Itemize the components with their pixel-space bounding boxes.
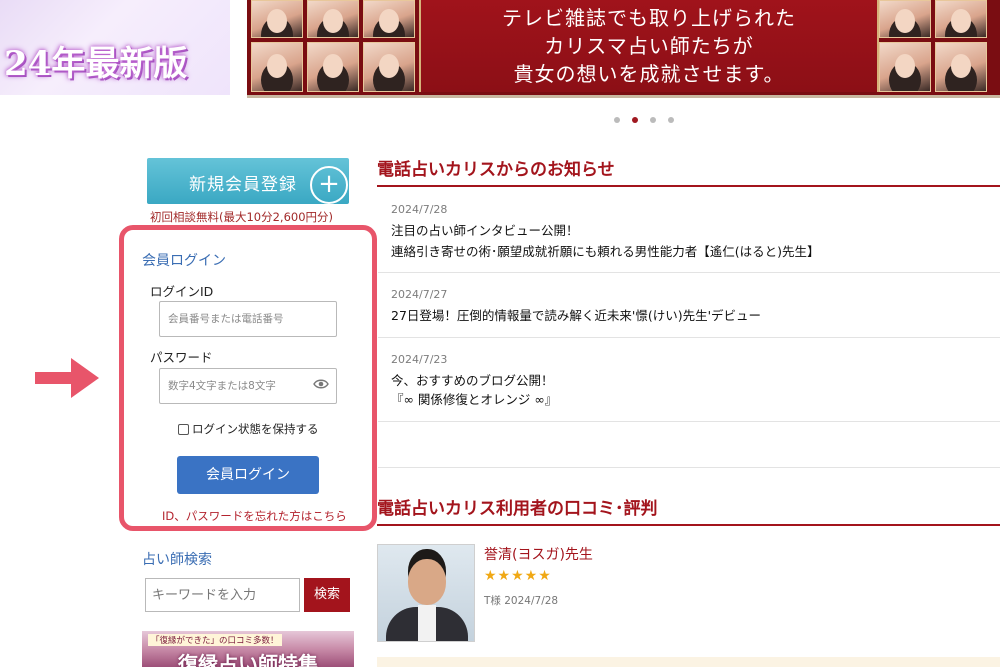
fortune-teller-thumbnail <box>307 42 359 92</box>
eye-icon[interactable] <box>313 378 329 390</box>
login-id-input[interactable] <box>159 301 337 337</box>
fortune-teller-thumbnails-left <box>251 0 415 92</box>
news-item[interactable]: 2024/7/28 注目の占い師インタビュー公開！ 連絡引き寄せの術･願望成就祈… <box>378 195 1000 273</box>
password-label: パスワード <box>150 350 213 365</box>
forgot-password-link[interactable]: ID、パスワードを忘れた方はこちら <box>162 508 347 524</box>
photo-head <box>408 559 446 605</box>
news-line[interactable]: 連絡引き寄せの術･願望成就祈願にも頼れる男性能力者【遙仁(はると)先生】 <box>391 241 820 260</box>
news-line[interactable]: 注目の占い師インタビュー公開！ <box>391 220 579 239</box>
keep-login-option[interactable]: ログイン状態を保持する <box>178 421 319 437</box>
keep-login-label: ログイン状態を保持する <box>192 422 319 436</box>
review-card[interactable]: 誉清(ヨスガ)先生 ★★★★★ T様 2024/7/28 <box>377 544 1000 667</box>
fortune-teller-thumbnails-right <box>879 0 987 92</box>
fortune-teller-thumbnail <box>251 42 303 92</box>
login-id-label: ログインID <box>150 284 214 299</box>
carousel-dot[interactable] <box>668 117 674 123</box>
hero-banner-line: 貴女の想いを成就させます。 <box>513 62 785 86</box>
plus-icon: + <box>310 166 348 204</box>
news-line[interactable]: 今、おすすめのブログ公開！ <box>391 370 554 389</box>
fortune-teller-photo[interactable] <box>377 544 475 642</box>
news-date: 2024/7/28 <box>391 203 448 216</box>
news-date: 2024/7/23 <box>391 353 448 366</box>
search-button[interactable]: 検索 <box>304 578 350 612</box>
reviews-heading-text: 電話占いカリス利用者の口コミ･評判 <box>377 499 658 519</box>
hero-banner-line: カリスマ占い師たちが <box>544 34 754 58</box>
news-heading-text: 電話占いカリスからのお知らせ <box>377 160 615 180</box>
search-title: 占い師検索 <box>142 552 212 568</box>
fortune-teller-thumbnail <box>935 0 987 38</box>
news-line[interactable]: 27日登場！圧倒的情報量で読み解く近未来'憬(けい)先生'デビュー <box>391 305 761 324</box>
fortune-teller-thumbnail <box>879 0 931 38</box>
hero-banner[interactable]: テレビ雑誌でも取り上げられた カリスマ占い師たちが 貴女の想いを成就させます。 <box>247 0 1000 98</box>
hero-banner-message: テレビ雑誌でも取り上げられた カリスマ占い師たちが 貴女の想いを成就させます。 <box>419 0 879 92</box>
register-button-label: 新規会員登録 <box>189 175 297 195</box>
reviews-section-heading: 電話占いカリス利用者の口コミ･評判 <box>377 494 1000 526</box>
reunion-feature-banner[interactable]: 「復縁ができた」の口コミ多数！ 復縁占い師特集 <box>142 631 354 667</box>
fortune-teller-thumbnail <box>251 0 303 38</box>
free-consultation-note: 初回相談無料(最大10分2,600円分) <box>150 210 334 224</box>
promo-banner-left[interactable]: 24年最新版 <box>0 0 230 95</box>
news-date: 2024/7/27 <box>391 288 448 301</box>
carousel-dots <box>614 117 674 123</box>
review-snippet <box>377 657 1000 667</box>
carousel-dot-active[interactable] <box>632 117 638 123</box>
news-line[interactable]: 『∞ 関係修復とオレンジ ∞』 <box>391 389 557 408</box>
search-input[interactable] <box>145 578 300 612</box>
news-item[interactable]: 2024/7/27 27日登場！圧倒的情報量で読み解く近未来'憬(けい)先生'デ… <box>378 273 1000 338</box>
news-item-empty <box>378 422 1000 468</box>
review-meta: T様 2024/7/28 <box>484 595 559 607</box>
password-input[interactable] <box>159 368 337 404</box>
news-section-heading: 電話占いカリスからのお知らせ <box>377 155 1000 187</box>
news-item[interactable]: 2024/7/23 今、おすすめのブログ公開！ 『∞ 関係修復とオレンジ ∞』 <box>378 338 1000 422</box>
carousel-dot[interactable] <box>650 117 656 123</box>
keep-login-checkbox[interactable] <box>178 423 189 435</box>
register-button[interactable]: 新規会員登録 + <box>147 158 349 204</box>
arrow-right-icon <box>35 358 99 398</box>
fortune-teller-thumbnail <box>307 0 359 38</box>
login-title: 会員ログイン <box>142 253 226 269</box>
star-rating-icon: ★★★★★ <box>484 568 552 584</box>
carousel-dot[interactable] <box>614 117 620 123</box>
fortune-teller-thumbnail <box>879 42 931 92</box>
fortune-teller-thumbnail <box>363 0 415 38</box>
fortune-teller-thumbnail <box>935 42 987 92</box>
fortune-teller-name[interactable]: 誉清(ヨスガ)先生 <box>484 544 593 564</box>
feature-banner-title: 復縁占い師特集 <box>178 652 318 667</box>
feature-banner-tag: 「復縁ができた」の口コミ多数！ <box>148 634 282 646</box>
photo-shirt <box>418 605 436 641</box>
hero-banner-line: テレビ雑誌でも取り上げられた <box>502 6 796 30</box>
promo-banner-text: 24年最新版 <box>4 44 188 84</box>
login-button[interactable]: 会員ログイン <box>177 456 319 494</box>
fortune-teller-thumbnail <box>363 42 415 92</box>
